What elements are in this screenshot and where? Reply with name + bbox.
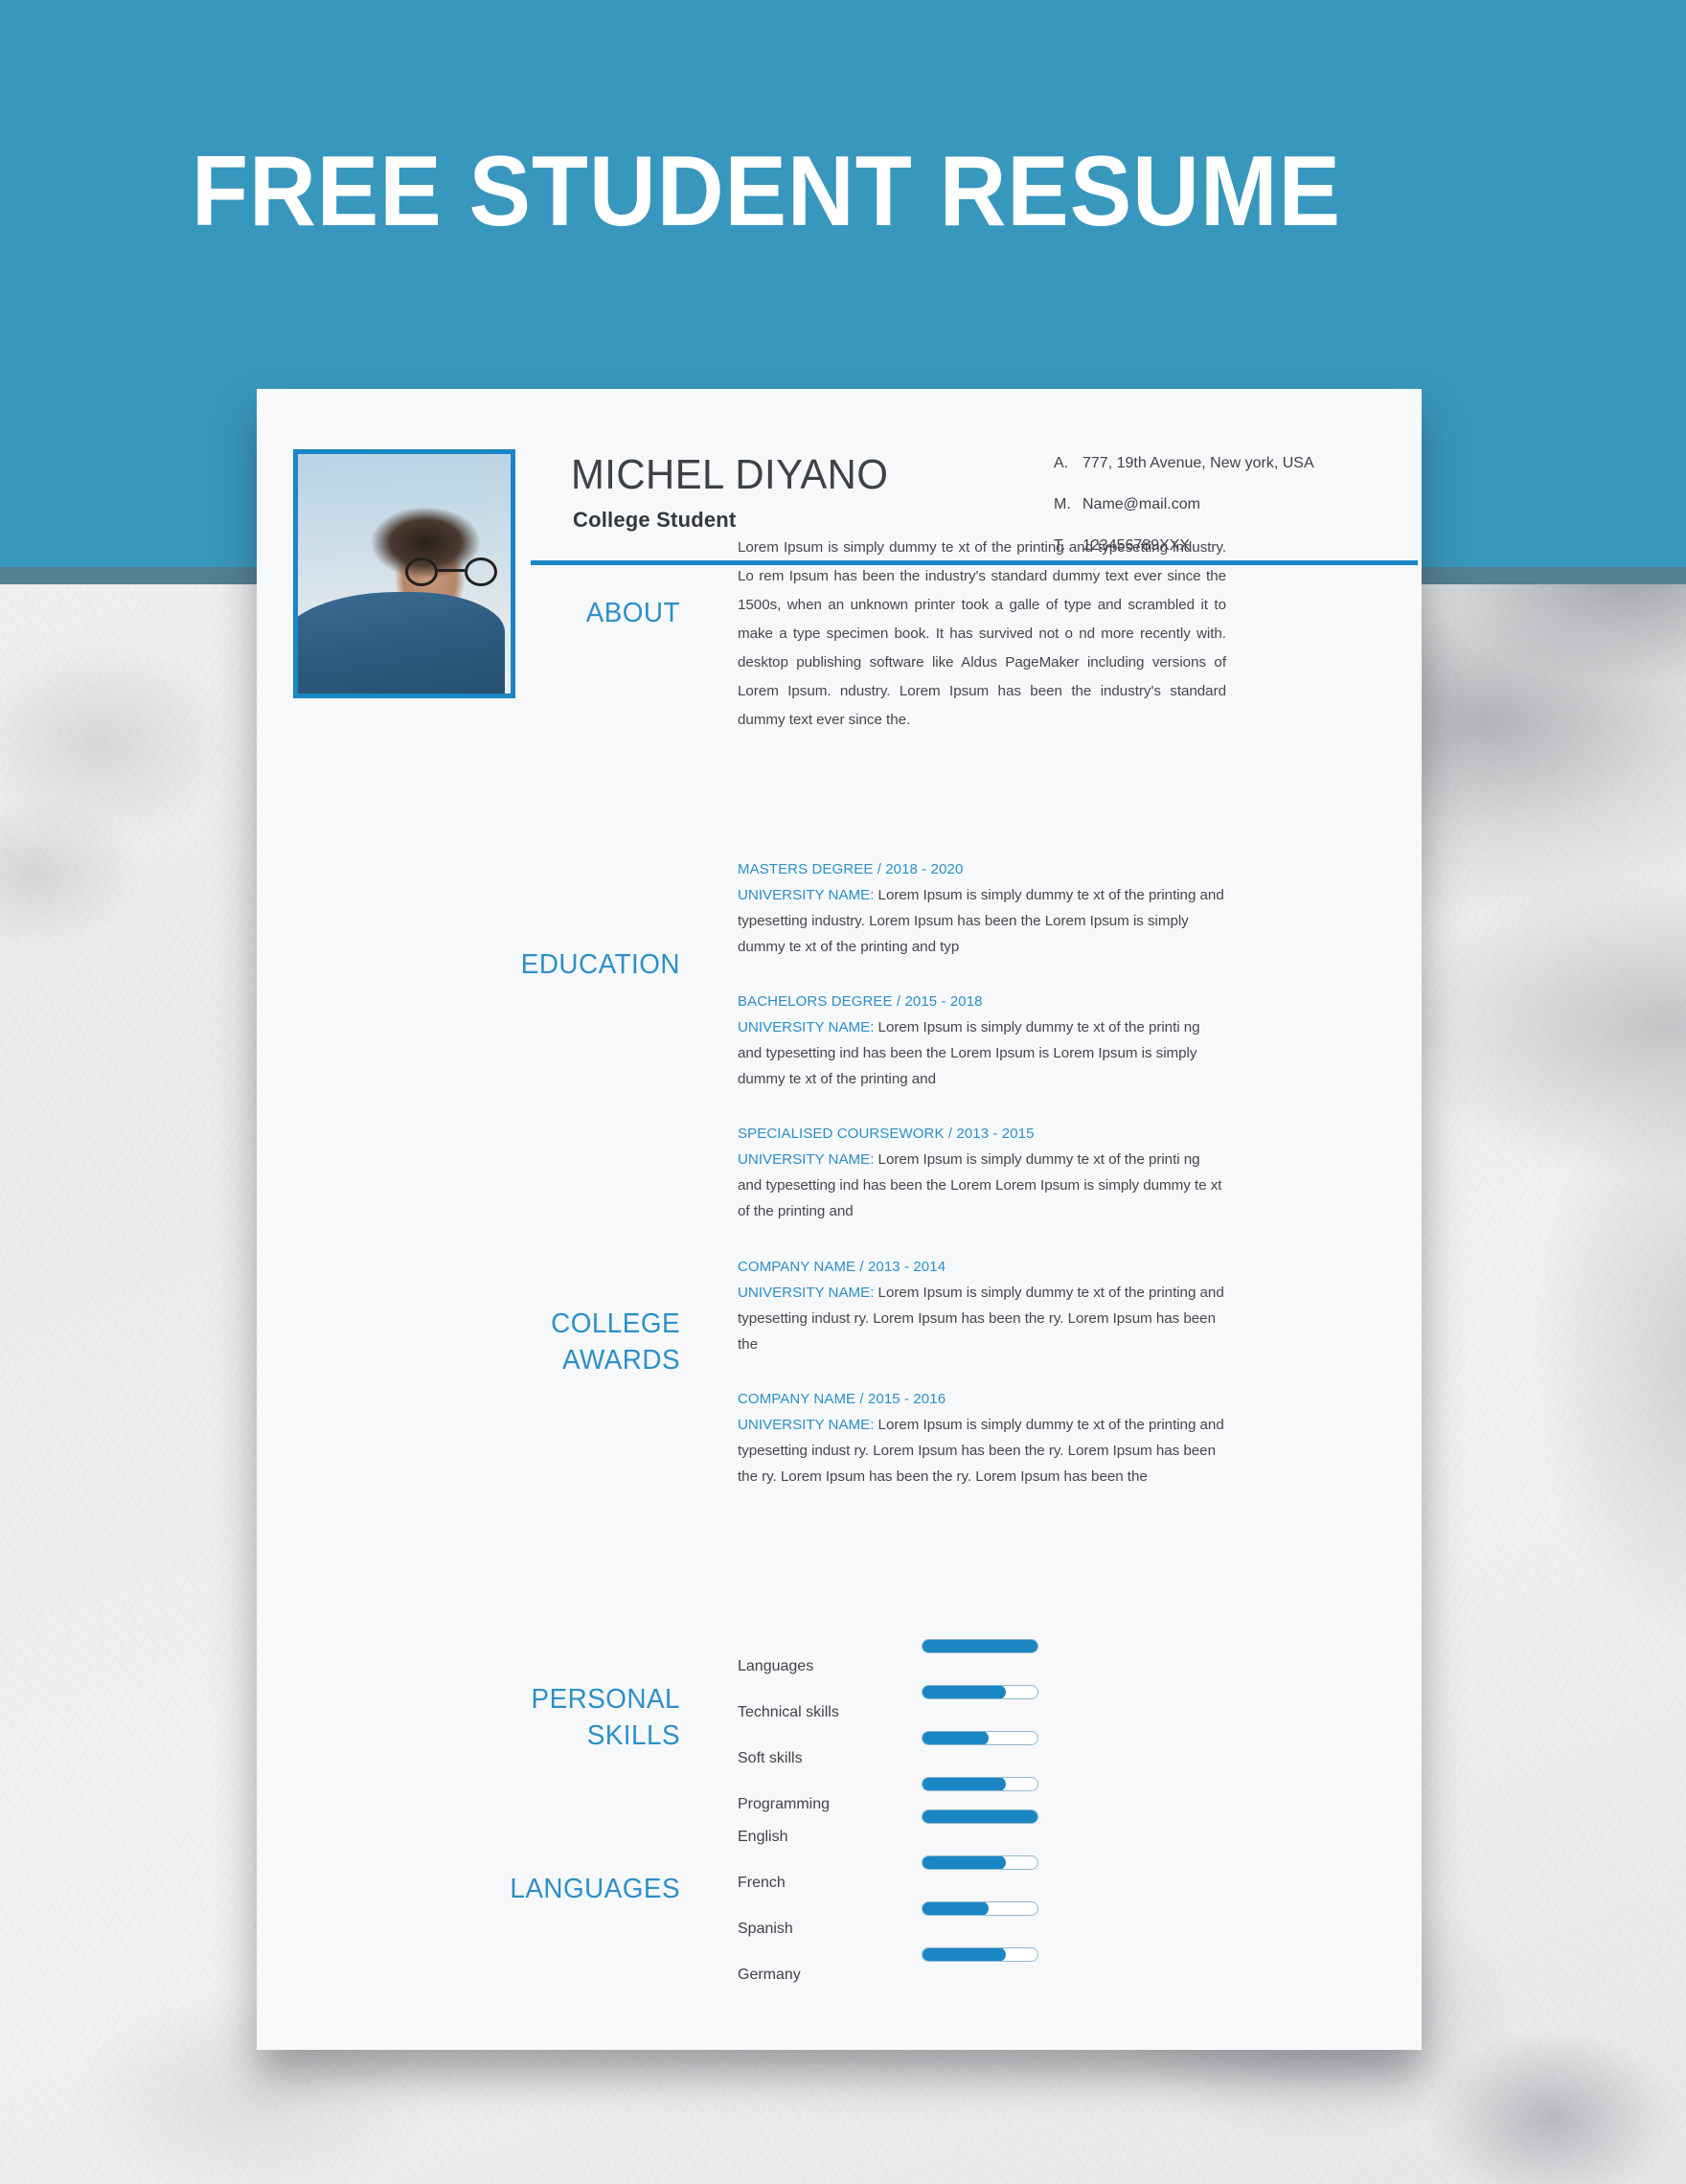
section-title-education: EDUCATION [520, 949, 680, 980]
language-meter-fill [923, 1948, 1007, 1961]
language-label: English [738, 1829, 788, 1845]
skill-row: Languages [738, 1639, 1226, 1680]
skill-meter [922, 1639, 1038, 1653]
profile-photo-image [298, 454, 511, 694]
entry-label: UNIVERSITY NAME: [738, 1285, 875, 1301]
personal-skills-list: Languages Technical skills Soft skills P… [738, 1639, 1226, 1818]
section-languages: LANGUAGES English French Spanish Germany [257, 1809, 1422, 1983]
language-label: French [738, 1875, 786, 1891]
skill-meter-fill [923, 1686, 1007, 1698]
entry-text: UNIVERSITY NAME: Lorem Ipsum is simply d… [738, 882, 1226, 960]
section-title-awards-line1: COLLEGE [551, 1308, 680, 1339]
language-row: French [738, 1855, 1226, 1897]
skill-label: Programming [738, 1796, 831, 1812]
entry-heading: COMPANY NAME / 2015 - 2016 [738, 1391, 946, 1407]
glasses-icon [405, 557, 497, 586]
entry-heading: MASTERS DEGREE / 2018 - 2020 [738, 861, 964, 877]
language-meter [922, 1947, 1038, 1962]
entry-label: UNIVERSITY NAME: [738, 1019, 875, 1035]
language-meter-fill [923, 1856, 1007, 1869]
section-title-skills-line2: SKILLS [586, 1720, 680, 1751]
education-entry: SPECIALISED COURSEWORK / 2013 - 2015 UNI… [738, 1121, 1226, 1224]
person-role: College Student [573, 508, 737, 532]
language-row: English [738, 1809, 1226, 1851]
skill-meter [922, 1777, 1038, 1791]
entry-text: UNIVERSITY NAME: Lorem Ipsum is simply d… [738, 1280, 1226, 1357]
skill-meter-fill [923, 1732, 990, 1744]
skill-meter [922, 1685, 1038, 1699]
language-meter-fill [923, 1902, 990, 1915]
about-body: Lorem Ipsum is simply dummy te xt of the… [738, 534, 1226, 735]
skill-row: Technical skills [738, 1685, 1226, 1726]
contact-value-mail: Name@mail.com [1082, 496, 1200, 512]
languages-list: English French Spanish Germany [738, 1809, 1226, 1989]
skill-meter-fill [923, 1778, 1007, 1790]
language-row: Germany [738, 1947, 1226, 1989]
section-title-languages: LANGUAGES [510, 1874, 680, 1904]
language-label: Spanish [738, 1921, 793, 1937]
entry-text: UNIVERSITY NAME: Lorem Ipsum is simply d… [738, 1014, 1226, 1092]
section-title-awards-line2: AWARDS [561, 1345, 680, 1376]
education-entry: BACHELORS DEGREE / 2015 - 2018 UNIVERSIT… [738, 989, 1226, 1092]
skill-meter-fill [923, 1640, 1037, 1652]
contact-key-mail: M. [1054, 496, 1071, 512]
entry-label: UNIVERSITY NAME: [738, 887, 875, 903]
entry-label: UNIVERSITY NAME: [738, 1417, 875, 1433]
entry-text: UNIVERSITY NAME: Lorem Ipsum is simply d… [738, 1412, 1226, 1490]
about-text: Lorem Ipsum is simply dummy te xt of the… [738, 539, 1226, 728]
entry-label: UNIVERSITY NAME: [738, 1151, 875, 1168]
person-name: MICHEL DIYANO [571, 451, 889, 498]
contact-value-address: 777, 19th Avenue, New york, USA [1082, 455, 1314, 471]
language-meter [922, 1855, 1038, 1870]
language-meter [922, 1809, 1038, 1824]
skill-meter [922, 1731, 1038, 1745]
language-row: Spanish [738, 1901, 1226, 1943]
contact-key-address: A. [1054, 455, 1069, 471]
language-meter-fill [923, 1810, 1037, 1823]
section-title-skills-line1: PERSONAL [531, 1684, 680, 1715]
entry-text: UNIVERSITY NAME: Lorem Ipsum is simply d… [738, 1147, 1226, 1224]
contact-row-mail: M. Name@mail.com [1054, 495, 1418, 514]
section-personal-skills: PERSONAL SKILLS Languages Technical skil… [257, 1639, 1422, 1812]
banner-title: FREE STUDENT RESUME [192, 136, 1341, 247]
skill-label: Soft skills [738, 1750, 803, 1766]
skill-label: Technical skills [738, 1704, 839, 1720]
awards-entries: COMPANY NAME / 2013 - 2014 UNIVERSITY NA… [738, 1254, 1226, 1490]
language-label: Germany [738, 1967, 801, 1983]
education-entries: MASTERS DEGREE / 2018 - 2020 UNIVERSITY … [738, 856, 1226, 1224]
entry-heading: SPECIALISED COURSEWORK / 2013 - 2015 [738, 1126, 1035, 1142]
contact-row-address: A. 777, 19th Avenue, New york, USA [1054, 454, 1418, 473]
entry-heading: COMPANY NAME / 2013 - 2014 [738, 1259, 946, 1275]
award-entry: COMPANY NAME / 2015 - 2016 UNIVERSITY NA… [738, 1386, 1226, 1490]
skill-row: Soft skills [738, 1731, 1226, 1772]
profile-photo [293, 449, 515, 698]
entry-heading: BACHELORS DEGREE / 2015 - 2018 [738, 993, 983, 1010]
skill-label: Languages [738, 1658, 814, 1674]
resume-sheet: MICHEL DIYANO College Student A. 777, 19… [257, 389, 1422, 2050]
education-entry: MASTERS DEGREE / 2018 - 2020 UNIVERSITY … [738, 856, 1226, 960]
award-entry: COMPANY NAME / 2013 - 2014 UNIVERSITY NA… [738, 1254, 1226, 1357]
section-title-about: ABOUT [585, 598, 680, 628]
language-meter [922, 1901, 1038, 1916]
